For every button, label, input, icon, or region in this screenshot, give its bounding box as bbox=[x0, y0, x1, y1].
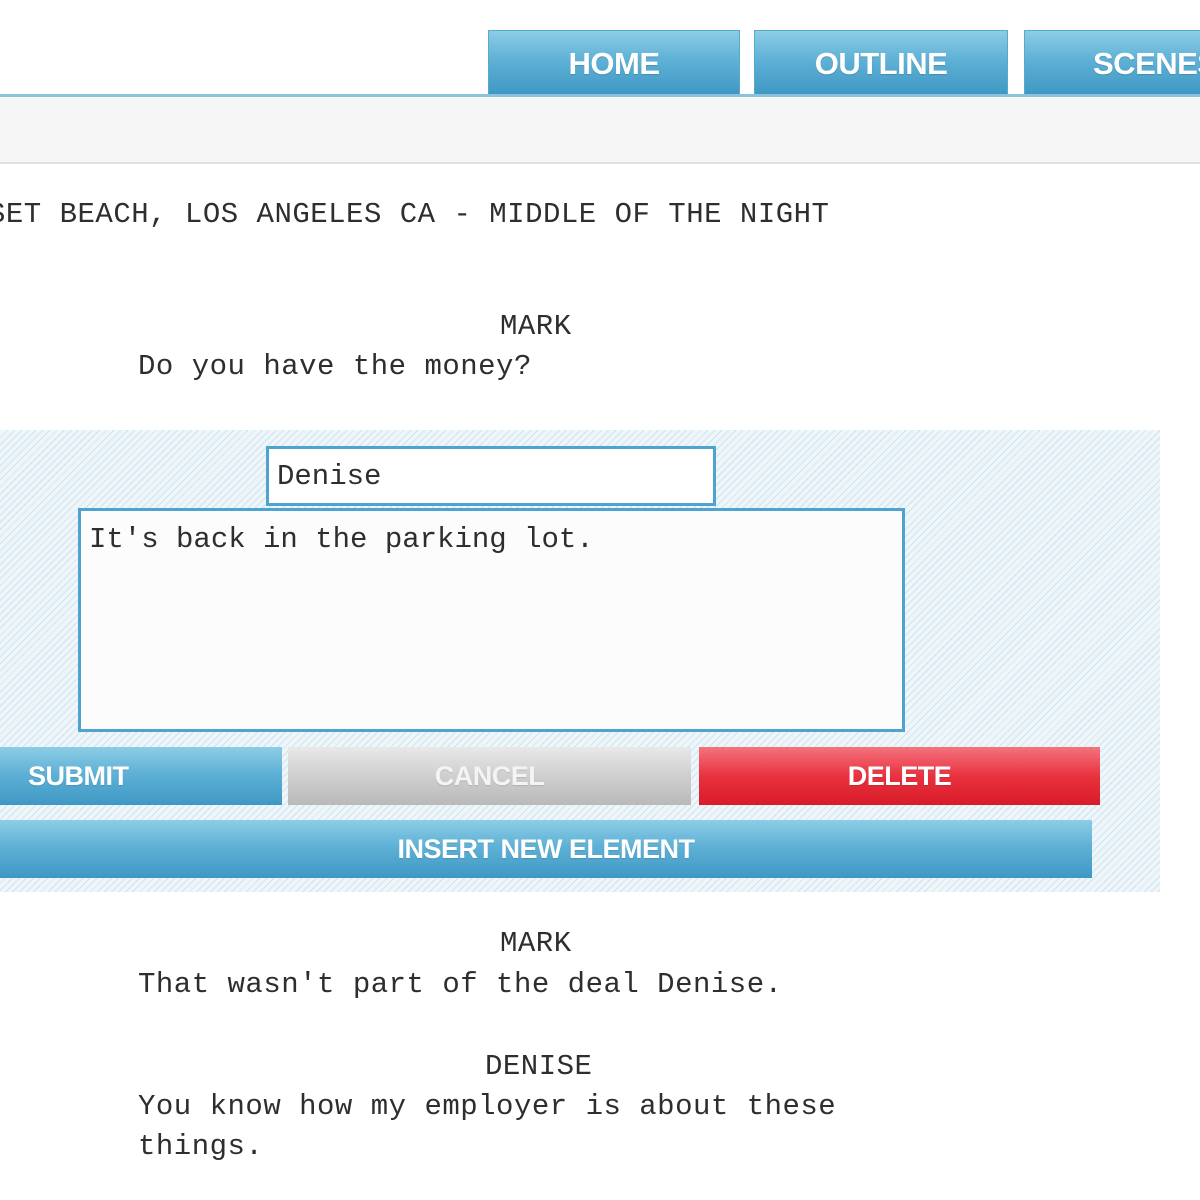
character-name[interactable]: MARK bbox=[500, 927, 572, 960]
dialogue-line[interactable]: You know how my employer is about these bbox=[138, 1090, 836, 1123]
cancel-button[interactable]: CANCEL bbox=[288, 747, 691, 805]
dialogue-line[interactable]: That wasn't part of the deal Denise. bbox=[138, 968, 783, 1001]
tab-outline[interactable]: OUTLINE bbox=[754, 30, 1008, 94]
character-name[interactable]: DENISE bbox=[485, 1050, 592, 1083]
delete-button[interactable]: DELETE bbox=[699, 747, 1100, 805]
submit-button[interactable]: SUBMIT bbox=[0, 747, 282, 805]
dialogue-line[interactable]: things. bbox=[138, 1130, 263, 1163]
insert-new-element-button[interactable]: INSERT NEW ELEMENT bbox=[0, 820, 1092, 878]
dialogue-line[interactable]: Do you have the money? bbox=[138, 350, 532, 383]
nav-divider bbox=[0, 94, 1200, 97]
top-nav-bar: HOME OUTLINE SCENES bbox=[0, 0, 1200, 97]
tab-home[interactable]: HOME bbox=[488, 30, 740, 94]
character-name[interactable]: MARK bbox=[500, 310, 572, 343]
scene-heading[interactable]: SET BEACH, LOS ANGELES CA - MIDDLE OF TH… bbox=[0, 198, 829, 231]
tab-scenes[interactable]: SCENES bbox=[1024, 30, 1200, 94]
character-input[interactable] bbox=[266, 446, 716, 506]
dialogue-textarea[interactable]: It's back in the parking lot. bbox=[78, 508, 905, 732]
toolbar-strip bbox=[0, 98, 1200, 164]
